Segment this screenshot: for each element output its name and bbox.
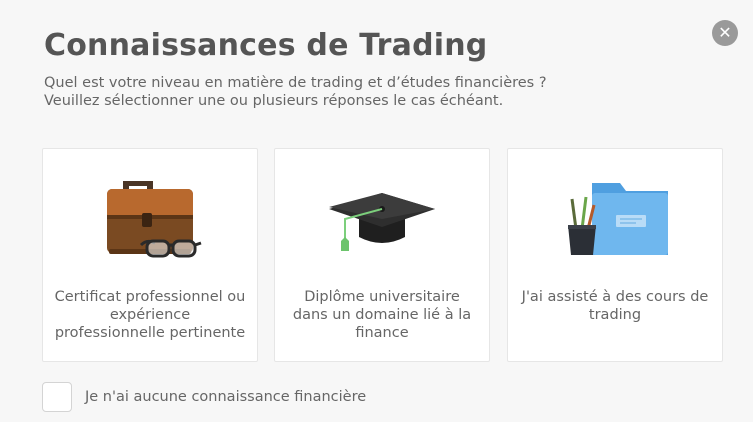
option-card-courses[interactable]: J'ai assisté à des cours de trading [507,148,723,362]
option-card-professional[interactable]: Certificat professionnel ou expérience p… [42,148,258,362]
folder-icon [508,171,722,263]
briefcase-icon [43,171,257,263]
graduation-cap-icon [275,171,489,263]
subtitle-line-2: Veuillez sélectionner une ou plusieurs r… [44,93,504,109]
close-button[interactable]: ✕ [712,20,738,46]
option-card-degree[interactable]: Diplôme universitaire dans un domaine li… [274,148,490,362]
no-knowledge-label: Je n'ai aucune connaissance financière [85,389,367,405]
option-label-courses: J'ai assisté à des cours de trading [521,289,709,323]
option-label-degree: Diplôme universitaire dans un domaine li… [292,289,472,341]
close-icon: ✕ [718,23,732,42]
option-label-professional: Certificat professionnel ou expérience p… [54,289,246,341]
no-knowledge-option[interactable]: Je n'ai aucune connaissance financière [42,381,366,413]
dialog-subtitle: Quel est votre niveau en matière de trad… [44,74,684,110]
no-knowledge-checkbox[interactable] [42,382,72,412]
trading-knowledge-dialog: ✕ Connaissances de Trading Quel est votr… [0,0,753,422]
subtitle-line-1: Quel est votre niveau en matière de trad… [44,75,547,91]
dialog-title: Connaissances de Trading [44,28,488,63]
